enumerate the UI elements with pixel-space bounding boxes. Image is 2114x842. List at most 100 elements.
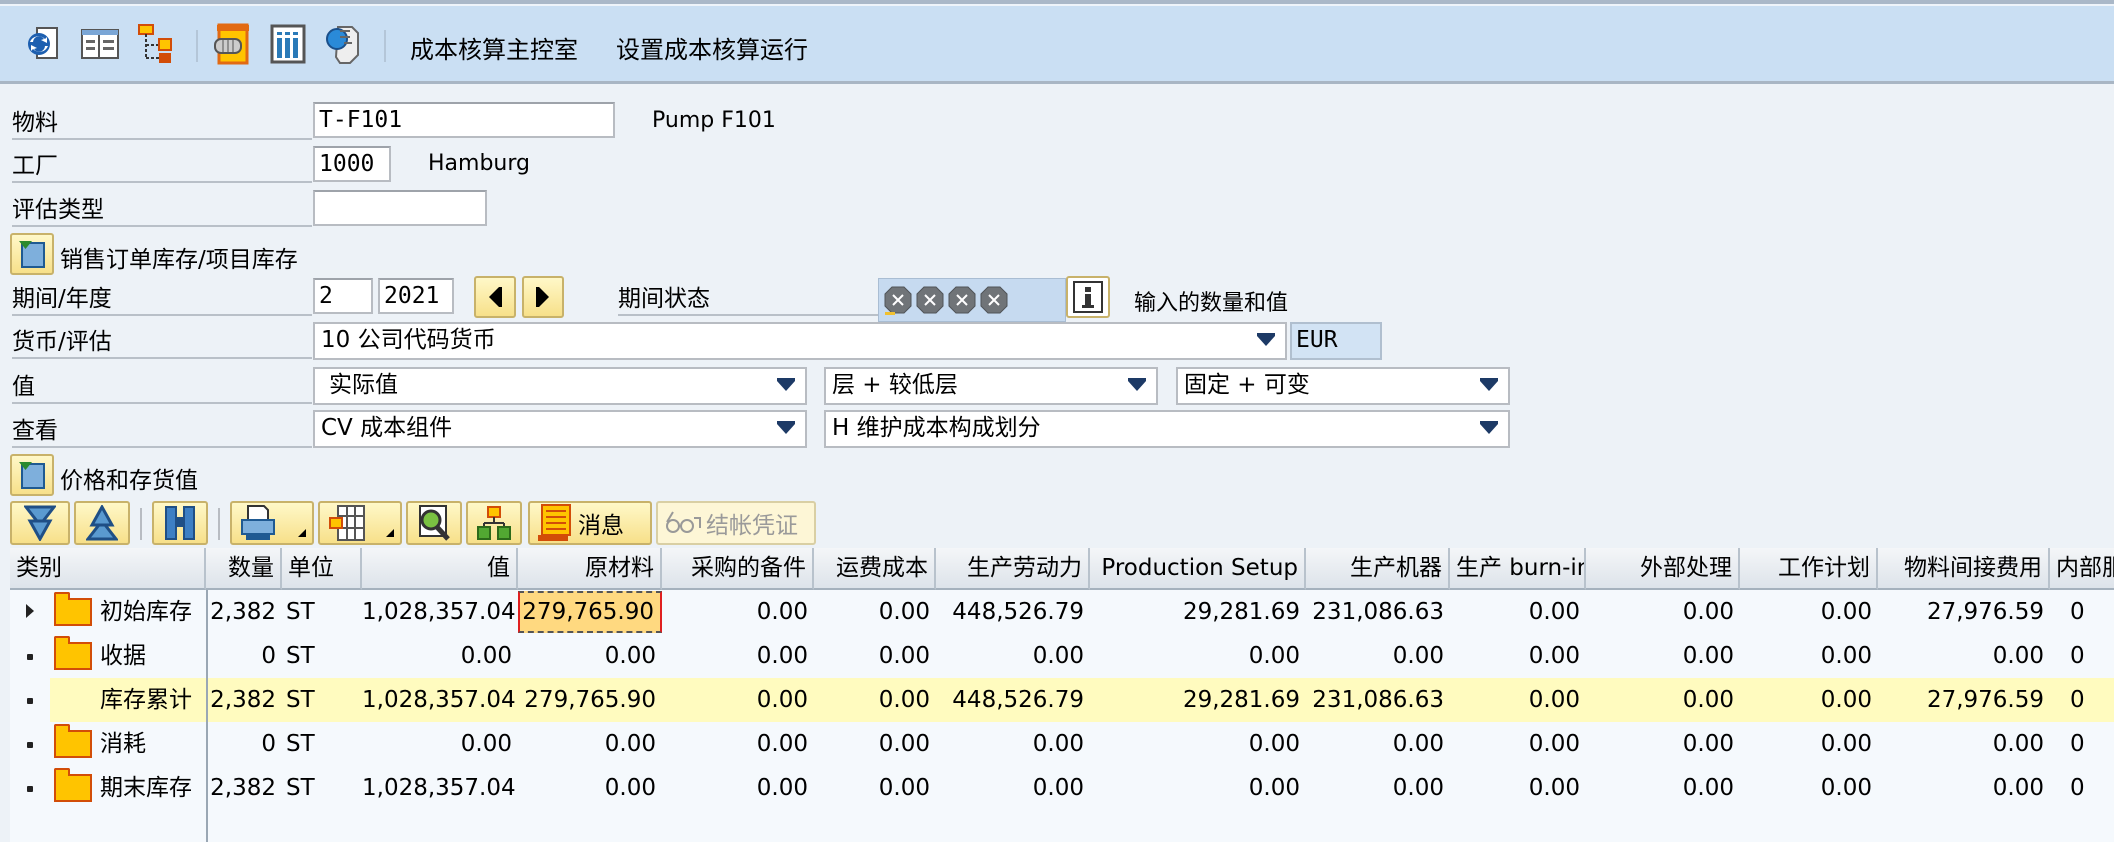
expand-all-button[interactable] [10, 501, 70, 545]
hierarchy-icon[interactable] [136, 24, 176, 64]
table-row[interactable]: 收据 0 ST 0.00 0.00 0.00 0.00 0.00 0.00 0.00 0.00 0.0… [10, 634, 2114, 678]
table-cell[interactable]: 0.00 [1740, 590, 1878, 634]
find-button[interactable] [152, 501, 208, 545]
table-cell[interactable]: 2,382 [206, 590, 282, 634]
table-cell[interactable]: ST [282, 634, 362, 678]
fixed-variable-dropdown[interactable]: 固定 + 可变 [1176, 367, 1510, 405]
table-row[interactable]: 期末库存 2,382 ST 1,028,357.04 0.00 0.00 0.00 0.00 0… [10, 766, 2114, 810]
value-type-dropdown[interactable]: 实际值 [313, 367, 807, 405]
settings-bolt-icon[interactable] [212, 23, 252, 65]
selected-cell[interactable]: 279,765.90 [518, 591, 662, 633]
column-header[interactable]: 生产 burn-in [1450, 548, 1586, 590]
view-dropdown[interactable]: CV 成本组件 [313, 410, 807, 448]
table-cell[interactable]: 0 [2050, 678, 2114, 722]
currency-dropdown[interactable]: 10 公司代码货币 [313, 322, 1287, 360]
column-header[interactable]: 外部处理 [1586, 548, 1740, 590]
table-cell[interactable]: 0.00 [1450, 722, 1586, 766]
table-cell[interactable]: 2,382 [206, 766, 282, 810]
table-cell[interactable]: 0.00 [1450, 590, 1586, 634]
refresh-document-icon[interactable] [24, 24, 64, 64]
table-cell[interactable]: 448,526.79 [936, 590, 1090, 634]
level-dropdown[interactable]: 层 + 较低层 [824, 367, 1158, 405]
table-cell[interactable]: 0.00 [662, 634, 814, 678]
table-cell[interactable]: 0 [206, 634, 282, 678]
table-cell[interactable]: 0.00 [1090, 722, 1306, 766]
table-cell[interactable]: 0.00 [1586, 766, 1740, 810]
valuation-type-input[interactable] [313, 190, 487, 226]
table-cell[interactable]: 0.00 [1450, 678, 1586, 722]
column-header[interactable]: 生产机器 [1306, 548, 1450, 590]
column-header[interactable]: 数量 [206, 548, 282, 590]
table-row[interactable]: 库存累计 2,382 ST 1,028,357.04 279,765.90 0.00 0.0… [27, 678, 2114, 722]
table-cell[interactable]: 0.00 [662, 722, 814, 766]
cost-cockpit-link[interactable]: 成本核算主控室 [410, 30, 578, 65]
table-cell[interactable]: 0.00 [1740, 766, 1878, 810]
plant-input[interactable]: 1000 [313, 146, 391, 182]
column-header[interactable]: Production Setup [1090, 548, 1306, 590]
table-cell[interactable]: 1,028,357.04 [362, 590, 518, 634]
previous-period-button[interactable] [474, 276, 516, 318]
table-cell[interactable]: 27,976.59 [1878, 590, 2050, 634]
table-cell[interactable]: 0.00 [936, 722, 1090, 766]
year-input[interactable]: 2021 [378, 278, 454, 314]
table-cell[interactable]: 448,526.79 [936, 678, 1090, 722]
table-cell[interactable]: 0.00 [362, 634, 518, 678]
table-cell[interactable]: 0.00 [662, 590, 814, 634]
table-cell[interactable]: 0.00 [1090, 766, 1306, 810]
setup-costing-run-link[interactable]: 设置成本核算运行 [616, 30, 808, 65]
column-header[interactable]: 采购的备件 [662, 548, 814, 590]
expand-node-icon[interactable] [26, 604, 34, 618]
table-cell[interactable]: 0.00 [814, 766, 936, 810]
detail-view-icon[interactable] [80, 24, 120, 64]
period-input[interactable]: 2 [313, 278, 373, 314]
table-cell[interactable]: 1,028,357.04 [362, 766, 518, 810]
column-header[interactable]: 生产劳动力 [936, 548, 1090, 590]
structure-button[interactable] [466, 501, 522, 545]
next-period-button[interactable] [522, 276, 564, 318]
table-cell[interactable]: 0.00 [936, 766, 1090, 810]
table-columns-icon[interactable] [268, 24, 308, 64]
table-cell[interactable]: 0.00 [1878, 634, 2050, 678]
table-cell[interactable]: 0 [206, 722, 282, 766]
table-cell[interactable]: 0.00 [662, 678, 814, 722]
table-row[interactable]: 消耗 0 ST 0.00 0.00 0.00 0.00 0.00 0.00 0.00 0.00 0.0… [10, 722, 2114, 766]
material-input[interactable]: T-F101 [313, 102, 615, 138]
detail-search-button[interactable] [406, 501, 462, 545]
prices-section-toggle[interactable] [10, 454, 54, 496]
table-row[interactable]: 初始库存 2,382 ST 1,028,357.04 279,765.90 0.00 0.0… [10, 590, 2114, 634]
table-cell[interactable]: 0.00 [814, 722, 936, 766]
table-cell[interactable]: 0.00 [1586, 678, 1740, 722]
table-cell[interactable]: 0 [2050, 634, 2114, 678]
table-cell[interactable]: 0.00 [1090, 634, 1306, 678]
table-cell[interactable]: 231,086.63 [1306, 590, 1450, 634]
column-header[interactable]: 原材料 [518, 548, 662, 590]
column-header[interactable]: 工作计划 [1740, 548, 1878, 590]
table-cell[interactable]: 0.00 [518, 722, 662, 766]
table-cell[interactable]: 29,281.69 [1090, 678, 1306, 722]
table-cell[interactable]: 0.00 [1740, 678, 1878, 722]
column-header[interactable]: 物料间接费用 [1878, 548, 2050, 590]
table-cell[interactable]: 0.00 [1586, 722, 1740, 766]
table-cell[interactable]: 279,765.90 [518, 678, 662, 722]
table-cell[interactable]: 2,382 [206, 678, 282, 722]
table-cell[interactable]: 0 [2050, 766, 2114, 810]
table-cell[interactable]: 0.00 [362, 722, 518, 766]
table-cell[interactable]: 0.00 [1306, 634, 1450, 678]
table-cell[interactable]: 231,086.63 [1306, 678, 1450, 722]
table-cell[interactable]: 0.00 [936, 634, 1090, 678]
table-cell[interactable]: ST [282, 722, 362, 766]
messages-button[interactable]: 消息 [528, 501, 652, 545]
table-cell[interactable]: 1,028,357.04 [362, 678, 518, 722]
table-cell[interactable]: 0.00 [1450, 766, 1586, 810]
search-glass-icon[interactable] [324, 24, 364, 64]
column-header[interactable]: 值 [362, 548, 518, 590]
table-cell[interactable]: ST [282, 678, 362, 722]
column-header[interactable]: 内部服 [2050, 548, 2114, 590]
table-cell[interactable]: 0.00 [662, 766, 814, 810]
table-cell[interactable]: ST [282, 590, 362, 634]
table-cell[interactable]: 29,281.69 [1090, 590, 1306, 634]
table-cell[interactable]: 0.00 [814, 678, 936, 722]
sales-order-stock-toggle[interactable] [10, 233, 54, 275]
table-cell[interactable]: 0 [2050, 590, 2114, 634]
table-cell[interactable]: 0.00 [1740, 634, 1878, 678]
